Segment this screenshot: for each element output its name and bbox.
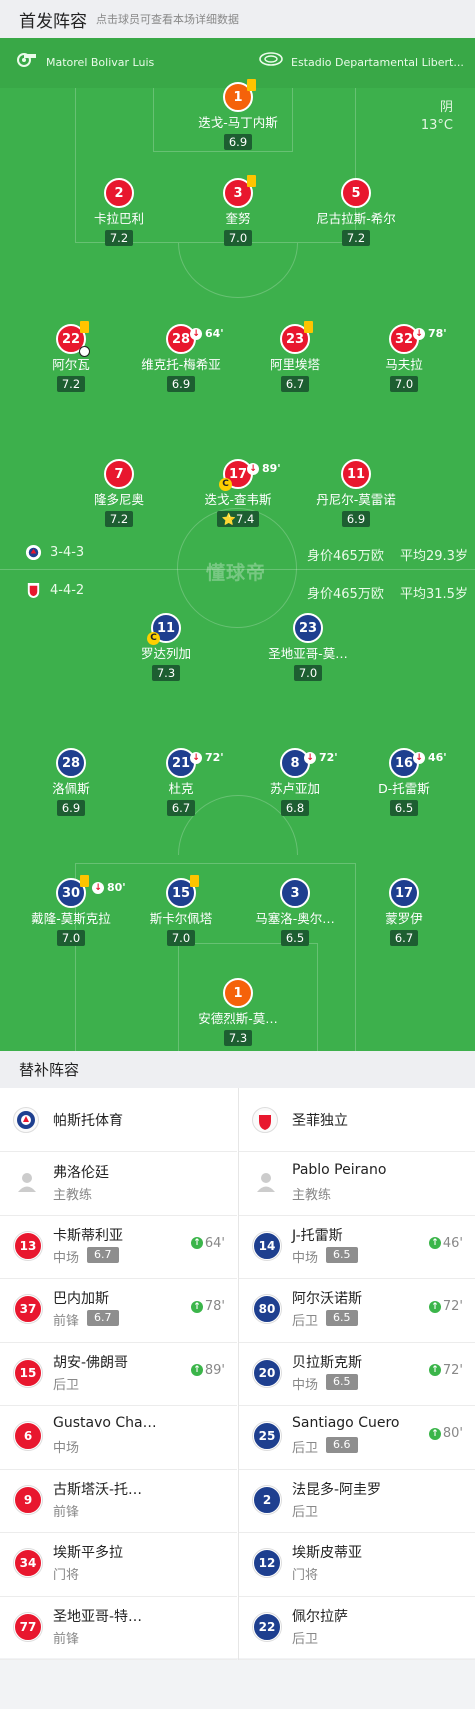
venue-bar: Matorel Bolivar Luis Estadio Departament… (0, 38, 475, 88)
bench-title: 替补阵容 (0, 1051, 475, 1088)
sub-off-icon: ↓ 72' (190, 744, 224, 771)
sub-in-icon: ↑ 46' (428, 1236, 463, 1251)
bench-player-row[interactable]: 34 埃斯平多拉 门将 (0, 1533, 237, 1597)
away-team-logo-icon (252, 1107, 278, 1133)
bench-player-row[interactable]: 14 J-托雷斯 中场 6.5 ↑ 46' (239, 1216, 475, 1279)
bench-player-row[interactable]: 12 埃斯皮蒂亚 门将 (239, 1533, 475, 1597)
bench-player-row[interactable]: 13 卡斯蒂利亚 中场 6.7 ↑ 64' (0, 1216, 237, 1279)
coach-avatar-icon (16, 1171, 38, 1193)
pitch-player-home-32[interactable]: 32 ↓ 78' 马夫拉 7.0 (339, 324, 469, 392)
home-market-value: 身价465万欧 (307, 549, 384, 564)
away-market-value: 身价465万欧 (307, 587, 384, 602)
sub-off-icon: ↓ 78' (413, 320, 447, 347)
pitch: Matorel Bolivar Luis Estadio Departament… (0, 38, 475, 1051)
bench-list: 帕斯托体育 弗洛伦廷 主教练 13 卡斯蒂利亚 中场 6.7 ↑ 64' 37 巴内加斯 前锋… (0, 1088, 475, 1660)
yellow-card-icon (304, 321, 313, 333)
sub-in-icon: ↑ 72' (428, 1363, 463, 1378)
sub-in-icon: ↑ 80' (428, 1426, 463, 1441)
bench-player-row[interactable]: 20 贝拉斯克斯 中场 6.5 ↑ 72' (239, 1343, 475, 1406)
pitch-player-home-28[interactable]: 28 ↓ 64' 维克托-梅希亚 6.9 (116, 324, 246, 392)
pitch-player-away-21[interactable]: 21 ↓ 72' 杜克 6.7 (116, 748, 246, 816)
captain-icon: C (147, 632, 160, 645)
pitch-player-home-11[interactable]: 11 丹尼尔-莫雷诺 6.9 (291, 459, 421, 527)
home-formation: 3-4-3 (50, 545, 85, 560)
referee-name: Matorel Bolivar Luis (46, 56, 155, 69)
pitch-player-home-17[interactable]: 17 C ↓ 89' 迭戈-查韦斯 ⭐7.4 (173, 459, 303, 527)
bench-player-row[interactable]: 80 阿尔沃诺斯 后卫 6.5 ↑ 72' (239, 1279, 475, 1343)
team-name: 帕斯托体育 (53, 1113, 123, 1129)
weather-info: 阴 13°C (421, 99, 453, 135)
yellow-card-icon (80, 321, 89, 333)
pitch-player-home-3[interactable]: 3 奎努 7.0 (173, 175, 303, 246)
sub-in-icon: ↑ 64' (190, 1236, 225, 1251)
team-name: 圣菲独立 (292, 1113, 348, 1129)
coach-name: Pablo Peirano (292, 1162, 387, 1178)
referee-whistle-icon (16, 51, 38, 70)
lineup-header: 首发阵容 点击球员可查看本场详细数据 (0, 0, 475, 38)
bench-player-row[interactable]: 2 法昆多-阿圭罗 后卫 (239, 1470, 475, 1533)
bench-player-row[interactable]: 25 Santiago Cuero 后卫 6.6 ↑ 80' (239, 1406, 475, 1470)
goal-ball-icon (79, 346, 90, 357)
pitch-player-away-23[interactable]: 23 圣地亚哥-莫… 7.0 (243, 613, 373, 681)
pitch-player-away-17[interactable]: 17 蒙罗伊 6.7 (339, 878, 469, 946)
pitch-player-away-16[interactable]: 16 ↓ 46' D-托雷斯 6.5 (339, 748, 469, 816)
weather-condition: 阴 (439, 100, 453, 115)
sub-off-icon: ↓ 64' (190, 320, 224, 347)
bench-player-row[interactable]: 9 古斯塔沃-托… 前锋 (0, 1470, 237, 1533)
bench-left-column: 帕斯托体育 弗洛伦廷 主教练 13 卡斯蒂利亚 中场 6.7 ↑ 64' 37 巴内加斯 前锋… (0, 1088, 237, 1660)
page-subtitle: 点击球员可查看本场详细数据 (96, 13, 239, 26)
pitch-player-home-2[interactable]: 2 卡拉巴利 7.2 (54, 178, 184, 246)
pitch-player-home-1[interactable]: 1 迭戈-马丁内斯 6.9 (173, 79, 303, 150)
coach-row[interactable]: 弗洛伦廷 主教练 (0, 1152, 237, 1216)
home-avg-age: 平均29.3岁 (400, 549, 468, 564)
pitch-player-away-1[interactable]: 1 安德烈斯-莫… 7.3 (173, 978, 303, 1046)
sub-off-icon: ↓ 89' (247, 455, 281, 482)
pitch-player-home-7[interactable]: 7 隆多尼奥 7.2 (54, 459, 184, 527)
home-team-crest-icon (25, 544, 42, 561)
coach-role: 主教练 (53, 1188, 93, 1203)
coach-row[interactable]: Pablo Peirano 主教练 (239, 1152, 475, 1216)
away-avg-age: 平均31.5岁 (400, 587, 468, 602)
coach-name: 弗洛伦廷 (53, 1165, 109, 1181)
coach-role: 主教练 (292, 1188, 332, 1203)
bench-player-row[interactable]: 15 胡安-佛朗哥 后卫 ↑ 89' (0, 1343, 237, 1406)
bench-player-row[interactable]: 77 圣地亚哥-特… 前锋 (0, 1597, 237, 1660)
bench-team-header[interactable]: 圣菲独立 (239, 1088, 475, 1152)
stadium-name: Estadio Departamental Libert... (291, 56, 464, 69)
home-team-logo-icon (13, 1107, 39, 1133)
stadium-icon (259, 51, 283, 70)
pitch-player-away-11[interactable]: 11 C 罗达列加 7.3 (101, 613, 231, 681)
pitch-player-away-15[interactable]: 15 斯卡尔佩塔 7.0 (116, 875, 246, 946)
away-formation: 4-4-2 (50, 583, 85, 598)
bench-player-row[interactable]: 22 佩尔拉萨 后卫 (239, 1597, 475, 1660)
yellow-card-icon (247, 175, 256, 187)
sub-in-icon: ↑ 72' (428, 1299, 463, 1314)
captain-icon: C (219, 478, 232, 491)
bench-right-column: 圣菲独立 Pablo Peirano 主教练 14 J-托雷斯 中场 6.5 ↑ 46' … (238, 1088, 475, 1660)
bench-player-row[interactable]: 37 巴内加斯 前锋 6.7 ↑ 78' (0, 1279, 237, 1343)
yellow-card-icon (80, 875, 89, 887)
sub-in-icon: ↑ 78' (190, 1299, 225, 1314)
weather-temp: 13°C (420, 118, 453, 133)
home-formation-row: 3-4-3 身价465万欧 平均29.3岁 (0, 543, 475, 565)
away-team-crest-icon (27, 582, 40, 599)
away-formation-row: 4-4-2 身价465万欧 平均31.5岁 (0, 581, 475, 603)
coach-avatar-icon (255, 1171, 277, 1193)
pitch-player-home-5[interactable]: 5 尼古拉斯-希尔 7.2 (291, 178, 421, 246)
bench-player-row[interactable]: 6 Gustavo Cha… 中场 (0, 1406, 237, 1470)
yellow-card-icon (247, 79, 256, 91)
bench-team-header[interactable]: 帕斯托体育 (0, 1088, 237, 1152)
sub-in-icon: ↑ 89' (190, 1363, 225, 1378)
sub-off-icon: ↓ 72' (304, 744, 338, 771)
yellow-card-icon (190, 875, 199, 887)
sub-off-icon: ↓ 46' (413, 744, 447, 771)
page-title: 首发阵容 (19, 11, 87, 32)
